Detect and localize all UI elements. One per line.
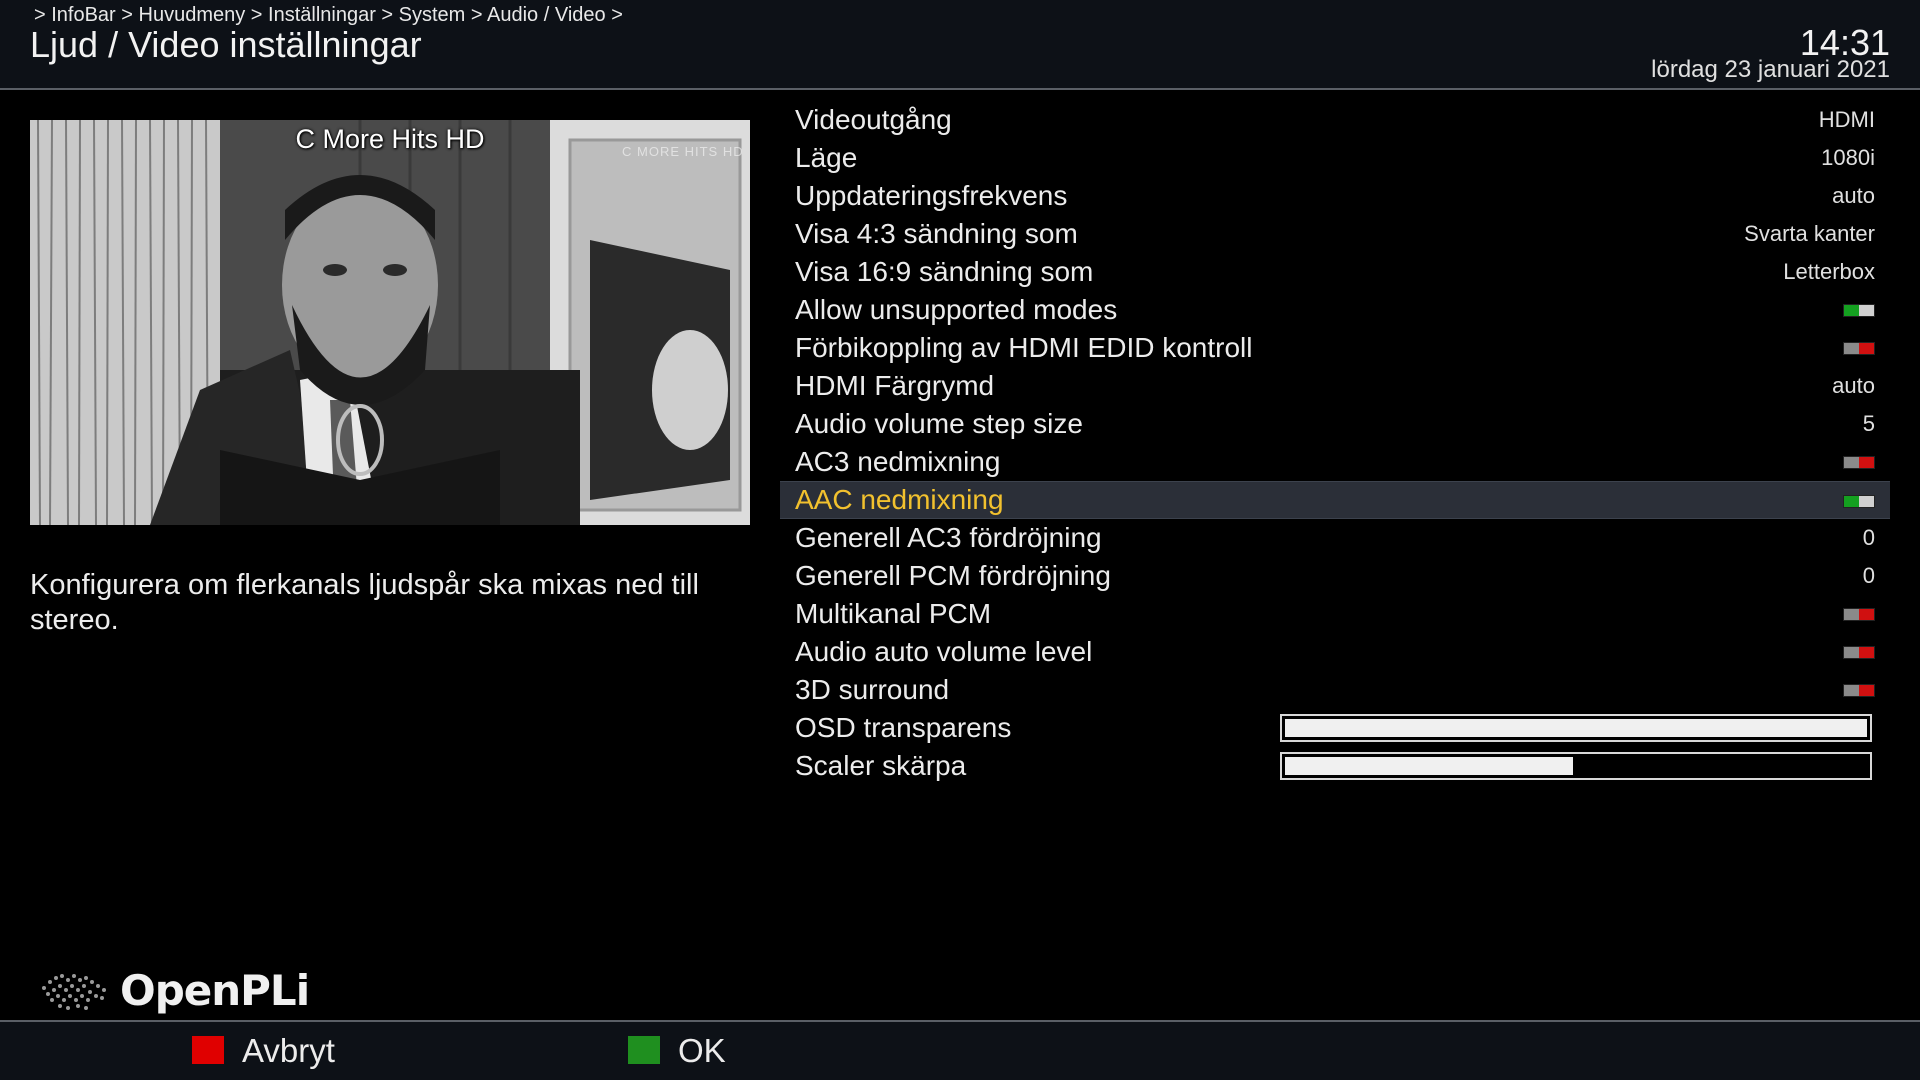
- header-bar: > InfoBar > Huvudmeny > Inställningar > …: [0, 0, 1920, 90]
- setting-label: Scaler skärpa: [795, 750, 967, 781]
- setting-row[interactable]: AAC nedmixning: [780, 481, 1890, 519]
- setting-value[interactable]: HDMI: [1819, 101, 1875, 139]
- setting-row[interactable]: Förbikoppling av HDMI EDID kontroll: [780, 329, 1890, 367]
- setting-value[interactable]: 0: [1863, 557, 1875, 595]
- date: lördag 23 januari 2021: [1651, 56, 1890, 83]
- page-title: Ljud / Video inställningar: [30, 24, 422, 65]
- setting-row[interactable]: Generell AC3 fördröjning 0: [780, 519, 1890, 557]
- setting-row[interactable]: Uppdateringsfrekvens auto: [780, 177, 1890, 215]
- setting-row[interactable]: AC3 nedmixning: [780, 443, 1890, 481]
- slider-fill: [1285, 757, 1573, 775]
- setting-label: Förbikoppling av HDMI EDID kontroll: [795, 332, 1253, 363]
- slider-fill: [1285, 719, 1867, 737]
- toggle-off-icon[interactable]: [1843, 608, 1875, 621]
- setting-label: AAC nedmixning: [795, 484, 1004, 515]
- logo-text: OpenPLi: [120, 966, 310, 1015]
- setting-label: Allow unsupported modes: [795, 294, 1118, 325]
- setting-row[interactable]: Audio auto volume level: [780, 633, 1890, 671]
- setting-label: Visa 4:3 sändning som: [795, 218, 1078, 249]
- cancel-label: Avbryt: [242, 1032, 335, 1069]
- setting-label: HDMI Färgrymd: [795, 370, 995, 401]
- tv-preview: C More Hits HD C MORE HITS HD: [30, 120, 750, 525]
- settings-list: Videoutgång HDMI Läge 1080i Uppdateringsfrek…: [780, 101, 1890, 785]
- setting-row[interactable]: Multikanal PCM: [780, 595, 1890, 633]
- setting-row[interactable]: Audio volume step size 5: [780, 405, 1890, 443]
- toggle-on-icon[interactable]: [1843, 304, 1875, 317]
- setting-description: Konfigurera om flerkanals ljudspår ska m…: [30, 569, 699, 636]
- red-button-icon: [192, 1036, 224, 1064]
- setting-label: Uppdateringsfrekvens: [795, 180, 1068, 211]
- setting-label: Visa 16:9 sändning som: [795, 256, 1094, 287]
- setting-row[interactable]: Scaler skärpa: [780, 747, 1890, 785]
- setting-label: Läge: [795, 142, 858, 173]
- setting-row[interactable]: HDMI Färgrymd auto: [780, 367, 1890, 405]
- setting-row[interactable]: Visa 16:9 sändning som Letterbox: [780, 253, 1890, 291]
- setting-row[interactable]: OSD transparens: [780, 709, 1890, 747]
- openpli-logo: OpenPLi: [34, 966, 310, 1016]
- setting-label: Generell PCM fördröjning: [795, 560, 1111, 591]
- setting-value[interactable]: auto: [1832, 177, 1875, 215]
- setting-row[interactable]: Videoutgång HDMI: [780, 101, 1890, 139]
- channel-watermark: C MORE HITS HD: [622, 144, 744, 159]
- setting-row[interactable]: Allow unsupported modes: [780, 291, 1890, 329]
- globe-icon: [42, 974, 106, 1010]
- setting-value[interactable]: 1080i: [1821, 139, 1875, 177]
- setting-label: Videoutgång: [795, 104, 952, 135]
- setting-label: 3D surround: [795, 674, 950, 705]
- setting-slider[interactable]: [1280, 714, 1872, 742]
- setting-value[interactable]: Letterbox: [1783, 253, 1875, 291]
- preview-image: [30, 120, 750, 525]
- setting-row[interactable]: Visa 4:3 sändning som Svarta kanter: [780, 215, 1890, 253]
- footer-bar: Avbryt OK: [0, 1022, 1920, 1080]
- setting-value[interactable]: 5: [1863, 405, 1875, 443]
- setting-label: AC3 nedmixning: [795, 446, 1001, 477]
- setting-value[interactable]: auto: [1832, 367, 1875, 405]
- setting-label: Multikanal PCM: [795, 598, 992, 629]
- setting-row[interactable]: Generell PCM fördröjning 0: [780, 557, 1890, 595]
- setting-row[interactable]: 3D surround: [780, 671, 1890, 709]
- green-button-icon: [628, 1036, 660, 1064]
- setting-label: Audio volume step size: [795, 408, 1083, 439]
- toggle-on-icon[interactable]: [1843, 495, 1875, 508]
- toggle-off-icon[interactable]: [1843, 456, 1875, 469]
- ok-label: OK: [678, 1032, 726, 1069]
- setting-row[interactable]: Läge 1080i: [780, 139, 1890, 177]
- setting-label: Audio auto volume level: [795, 636, 1093, 667]
- toggle-off-icon[interactable]: [1843, 646, 1875, 659]
- setting-slider[interactable]: [1280, 752, 1872, 780]
- setting-label: OSD transparens: [795, 712, 1012, 743]
- setting-label: Generell AC3 fördröjning: [795, 522, 1102, 553]
- setting-value[interactable]: 0: [1863, 519, 1875, 557]
- setting-value[interactable]: Svarta kanter: [1744, 215, 1875, 253]
- toggle-off-icon[interactable]: [1843, 342, 1875, 355]
- toggle-off-icon[interactable]: [1843, 684, 1875, 697]
